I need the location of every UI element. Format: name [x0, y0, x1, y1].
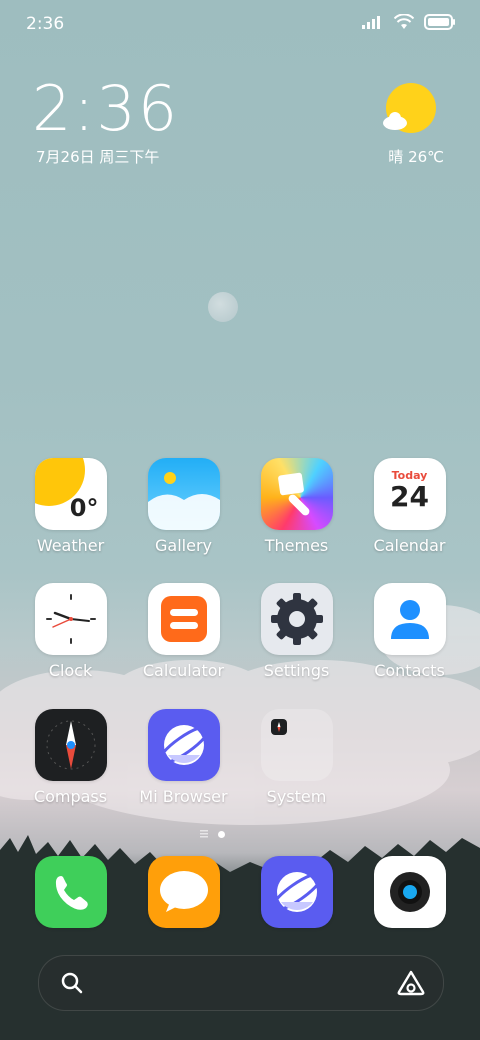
app-label: Clock [48, 661, 93, 680]
weather-app-icon: 0° [34, 458, 107, 530]
app-clock[interactable]: Clock [14, 583, 127, 680]
app-weather[interactable]: 0° Weather [14, 458, 127, 555]
app-label: Compass [33, 787, 108, 806]
camera-lens-icon [373, 856, 446, 928]
calendar-icon-day: 24 [390, 480, 429, 513]
app-label: Settings [263, 661, 330, 680]
app-label: Contacts [374, 661, 445, 680]
weather-app-temp: 0° [69, 494, 99, 522]
contacts-person-icon [373, 583, 446, 655]
gallery-icon [147, 458, 220, 530]
battery-icon [424, 14, 455, 30]
app-label: Weather [36, 536, 105, 555]
app-system-folder[interactable]: System [240, 709, 353, 806]
status-icons [362, 14, 456, 30]
status-time: 2:36 [26, 14, 65, 34]
settings-gear-icon [260, 583, 333, 655]
compass-icon [34, 709, 107, 781]
wifi-icon [394, 14, 414, 29]
status-bar: 2:36 [0, 0, 480, 50]
search-bar[interactable] [38, 955, 444, 1011]
app-label: Themes [264, 536, 329, 555]
app-label: Mi Browser [139, 787, 228, 806]
app-mi-browser[interactable]: Mi Browser [127, 709, 240, 806]
clock-widget-time[interactable]: 2:36 [32, 72, 179, 145]
moon [208, 292, 238, 322]
dock-messages[interactable] [127, 856, 240, 928]
app-settings[interactable]: Settings [240, 583, 353, 680]
dock-camera[interactable] [353, 856, 466, 928]
app-label: Calculator [142, 661, 225, 680]
folder-icon [260, 709, 333, 781]
phone-icon [34, 856, 107, 928]
page-indicator-active [218, 830, 225, 838]
messages-bubble-icon [147, 856, 220, 928]
app-calendar[interactable]: Today 24 Calendar [353, 458, 466, 555]
page-indicator-inactive-icon [200, 830, 208, 838]
assistant-icon[interactable] [397, 970, 425, 996]
app-gallery[interactable]: Gallery [127, 458, 240, 555]
folder-compass-icon [270, 719, 287, 735]
search-icon [61, 972, 83, 994]
weather-widget[interactable] [374, 82, 444, 142]
app-label: Gallery [155, 536, 212, 555]
sunny-cloud-icon [383, 83, 436, 133]
app-contacts[interactable]: Contacts [353, 583, 466, 680]
app-label: System [266, 787, 327, 806]
browser-planet-icon [260, 856, 333, 928]
app-themes[interactable]: Themes [240, 458, 353, 555]
page-indicator [200, 830, 225, 838]
dock-browser[interactable] [240, 856, 353, 928]
app-compass[interactable]: Compass [14, 709, 127, 806]
weather-widget-text[interactable]: 晴 26℃ [388, 146, 444, 167]
clock-widget-date[interactable]: 7月26日 周三下午 [36, 146, 159, 167]
themes-brush-icon [260, 458, 333, 530]
clock-app-icon [34, 583, 107, 655]
app-label: Calendar [373, 536, 446, 555]
calculator-icon [147, 583, 220, 655]
calendar-icon: Today 24 [373, 458, 446, 530]
signal-icon [362, 16, 380, 29]
browser-planet-icon [147, 709, 220, 781]
app-calculator[interactable]: Calculator [127, 583, 240, 680]
dock-phone[interactable] [14, 856, 127, 928]
